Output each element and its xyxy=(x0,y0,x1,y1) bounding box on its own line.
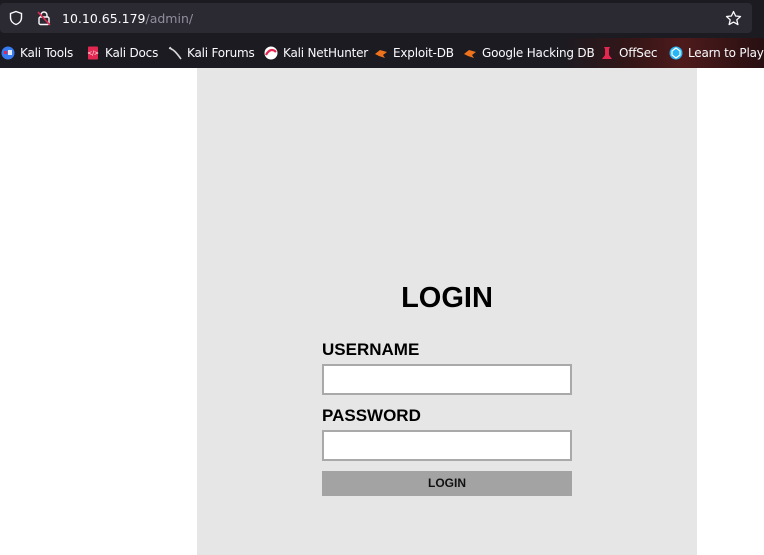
password-label: PASSWORD xyxy=(322,406,421,425)
page-content: LOGIN USERNAME PASSWORD LOGIN xyxy=(0,68,764,555)
url-path: /admin/ xyxy=(145,11,194,26)
url-host: 10.10.65.179 xyxy=(62,11,146,26)
bookmark-kali-nethunter[interactable]: Kali NetHunter xyxy=(264,44,368,62)
bookmark-kali-forums[interactable]: Kali Forums xyxy=(168,44,255,62)
bookmark-label: Kali Docs xyxy=(105,46,159,60)
bookmarks-toolbar: Kali Tools </> Kali Docs Kali Forums Kal… xyxy=(0,38,764,68)
address-bar[interactable]: 10.10.65.179/admin/ xyxy=(0,3,752,33)
url-text[interactable]: 10.10.65.179/admin/ xyxy=(62,11,193,27)
bookmark-label: Learn to Play xyxy=(688,46,764,60)
username-input[interactable] xyxy=(322,364,572,395)
bookmark-kali-docs[interactable]: </> Kali Docs xyxy=(86,44,158,62)
bookmark-google-hacking-db[interactable]: Google Hacking DB xyxy=(463,44,595,62)
password-input[interactable] xyxy=(322,430,572,461)
bookmark-learn-to-play[interactable]: Learn to Play xyxy=(669,44,764,62)
bookmark-star-icon[interactable] xyxy=(725,10,742,27)
login-title: LOGIN xyxy=(401,282,493,314)
tracking-protection-shield-icon[interactable] xyxy=(8,10,24,26)
offsec-icon xyxy=(602,47,612,59)
bookmark-label: Kali NetHunter xyxy=(283,46,369,60)
kali-docs-icon: </> xyxy=(87,46,99,60)
login-button[interactable]: LOGIN xyxy=(322,471,572,496)
bookmark-label: Kali Forums xyxy=(187,46,255,60)
bookmark-label: Google Hacking DB xyxy=(482,46,595,60)
login-panel: LOGIN USERNAME PASSWORD LOGIN xyxy=(197,68,697,555)
kali-tools-icon xyxy=(1,46,15,60)
insecure-lock-icon[interactable] xyxy=(36,10,52,26)
bookmark-kali-tools[interactable]: Kali Tools xyxy=(1,44,73,62)
google-hacking-db-icon xyxy=(464,50,476,58)
browser-toolbar: 10.10.65.179/admin/ xyxy=(0,0,764,38)
username-label: USERNAME xyxy=(322,340,420,359)
bookmark-exploit-db[interactable]: Exploit-DB xyxy=(374,44,454,62)
kali-nethunter-icon xyxy=(264,46,278,60)
bookmark-label: OffSec xyxy=(619,46,658,60)
kali-forums-icon xyxy=(168,46,182,60)
learn-to-play-icon xyxy=(669,46,683,60)
exploit-db-icon xyxy=(375,50,387,58)
bookmark-label: Exploit-DB xyxy=(393,46,454,60)
bookmark-offsec[interactable]: OffSec xyxy=(600,44,657,62)
bookmark-label: Kali Tools xyxy=(20,46,74,60)
svg-text:</>: </> xyxy=(87,50,99,57)
